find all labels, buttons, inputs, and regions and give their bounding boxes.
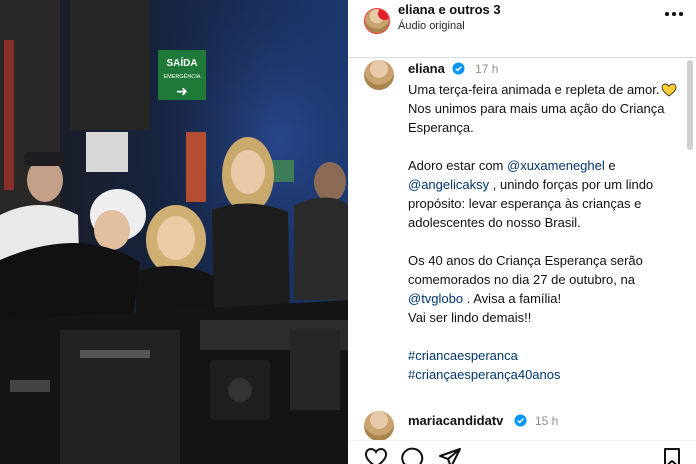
- caption-text-segment: Os 40 anos do Criança Esperança serão co…: [408, 253, 643, 287]
- caption-text-segment: . Avisa a família!: [463, 291, 562, 306]
- yellow-heart-icon: [662, 83, 677, 97]
- save-bookmark-icon[interactable]: [662, 447, 682, 464]
- post-caption: eliana 17 h Uma terça-feira animada e re…: [348, 58, 696, 408]
- caption-username[interactable]: eliana: [408, 61, 445, 76]
- mention-tvglobo[interactable]: @tvglobo: [408, 291, 463, 306]
- mention-xuxameneghel[interactable]: @xuxameneghel: [507, 158, 605, 173]
- comment-avatar[interactable]: [364, 411, 394, 441]
- caption-text: Uma terça-feira animada e repleta de amo…: [408, 80, 678, 384]
- more-options-icon[interactable]: [665, 6, 687, 22]
- action-bar: [348, 440, 696, 464]
- mention-angelicaksy[interactable]: @angelicaksy: [408, 177, 489, 192]
- caption-timestamp[interactable]: 17 h: [475, 62, 498, 76]
- comment-username[interactable]: mariacandidatv: [408, 413, 503, 428]
- exit-sign-sub: EMERGÊNCIA: [164, 72, 201, 80]
- comment-item: mariacandidatv 15 h: [348, 408, 696, 441]
- post-photo[interactable]: SAÍDA EMERGÊNCIA ➜: [0, 0, 348, 464]
- hashtag-criancaesperanca[interactable]: #criancaesperanca: [408, 348, 518, 363]
- caption-scrollbar[interactable]: [687, 60, 693, 150]
- exit-sign-title: SAÍDA: [166, 56, 197, 69]
- exit-sign-arrow: ➜: [176, 84, 188, 100]
- hashtag-criancaesperanca40anos[interactable]: #criançaesperança40anos: [408, 367, 561, 382]
- comment-icon[interactable]: [400, 447, 424, 464]
- comment-timestamp[interactable]: 15 h: [535, 414, 558, 428]
- share-icon[interactable]: [438, 447, 462, 464]
- profile-avatar-icon[interactable]: [364, 8, 390, 34]
- verified-badge-icon: [514, 414, 527, 427]
- original-audio-link[interactable]: Áudio original: [398, 20, 465, 32]
- like-heart-icon[interactable]: [364, 447, 388, 464]
- post-side-panel: eliana e outros 3 Áudio original eliana …: [348, 0, 696, 464]
- caption-line-1: Uma terça-feira animada e repleta de amo…: [408, 82, 660, 97]
- caption-closing-line: Vai ser lindo demais!!: [408, 310, 532, 325]
- verified-badge-icon: [452, 62, 465, 75]
- post-header: eliana e outros 3 Áudio original: [348, 0, 696, 58]
- caption-avatar[interactable]: [364, 60, 394, 90]
- caption-text-segment: e: [604, 158, 616, 173]
- caption-text-segment: Adoro estar com: [408, 158, 507, 173]
- photo-scene: SAÍDA EMERGÊNCIA ➜: [0, 0, 348, 464]
- caption-line-2: Nos unimos para mais uma ação do Criança…: [408, 101, 665, 135]
- post-author-title[interactable]: eliana e outros 3: [398, 2, 501, 17]
- story-badge-icon: [378, 9, 389, 20]
